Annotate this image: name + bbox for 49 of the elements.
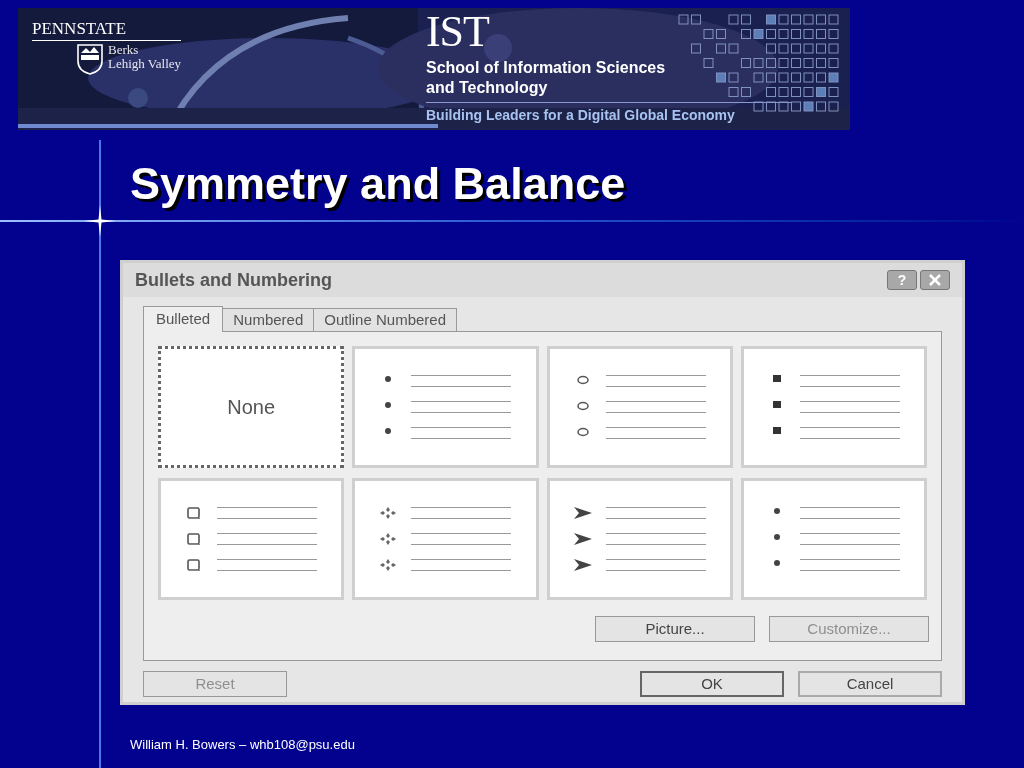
bullet-style-option[interactable] xyxy=(352,346,539,468)
diamond-bullet-icon xyxy=(380,507,397,519)
bullet-style-option[interactable] xyxy=(158,478,345,600)
circle-bullet-icon xyxy=(576,401,589,411)
bullet-style-option[interactable] xyxy=(352,478,539,600)
slide-title: Symmetry and Balance xyxy=(130,157,627,211)
footer-text: William H. Bowers – whb108@psu.edu xyxy=(130,736,356,754)
campus-name: Lehigh Valley xyxy=(108,57,182,71)
school-name: School of Information Sciences xyxy=(426,58,667,78)
campus-name: Berks xyxy=(108,43,140,57)
close-icon xyxy=(929,274,941,286)
dialog-tab[interactable]: Numbered xyxy=(223,308,315,331)
dialog-button[interactable]: OK xyxy=(640,671,784,697)
dot-bullet-icon xyxy=(772,559,781,567)
none-label: None xyxy=(227,395,276,420)
bullet-style-option[interactable] xyxy=(546,346,733,468)
square-bullet-icon xyxy=(772,401,781,408)
tagline: Building Leaders for a Digital Global Economy xyxy=(426,106,736,125)
diamond-bullet-icon xyxy=(380,533,397,545)
dot-bullet-icon xyxy=(384,401,393,409)
checkbox-bullet-icon xyxy=(187,559,202,571)
arrowhead-bullet-icon xyxy=(573,533,592,545)
university-logo-text: PENNSTATE xyxy=(32,20,182,41)
panel-button[interactable]: Picture... xyxy=(595,616,755,642)
dialog-tab[interactable]: Bulleted xyxy=(143,306,224,332)
ist-logo-text: IST xyxy=(426,10,489,54)
dot-bullet-icon xyxy=(772,507,781,515)
arrowhead-bullet-icon xyxy=(573,559,592,571)
arrowhead-bullet-icon xyxy=(573,507,592,519)
checkbox-bullet-icon xyxy=(187,507,202,519)
dot-bullet-icon xyxy=(384,375,393,383)
close-button[interactable] xyxy=(920,270,950,290)
dot-bullet-icon xyxy=(384,427,393,435)
bullet-style-option[interactable] xyxy=(740,346,927,468)
bullet-style-option[interactable]: None xyxy=(158,346,345,468)
bullet-style-option[interactable] xyxy=(740,478,927,600)
bullet-style-option[interactable] xyxy=(546,478,733,600)
diamond-bullet-icon xyxy=(380,559,397,571)
dialog-button[interactable]: Cancel xyxy=(798,671,942,697)
dialog-title: Bullets and Numbering xyxy=(135,268,332,292)
dot-bullet-icon xyxy=(772,533,781,541)
square-bullet-icon xyxy=(772,427,781,434)
dialog-tab[interactable]: Outline Numbered xyxy=(314,308,457,331)
square-bullet-icon xyxy=(772,375,781,382)
school-name: and Technology xyxy=(426,78,549,98)
circle-bullet-icon xyxy=(576,427,589,437)
circle-bullet-icon xyxy=(576,375,589,385)
shield-icon xyxy=(76,43,104,75)
checkbox-bullet-icon xyxy=(187,533,202,545)
